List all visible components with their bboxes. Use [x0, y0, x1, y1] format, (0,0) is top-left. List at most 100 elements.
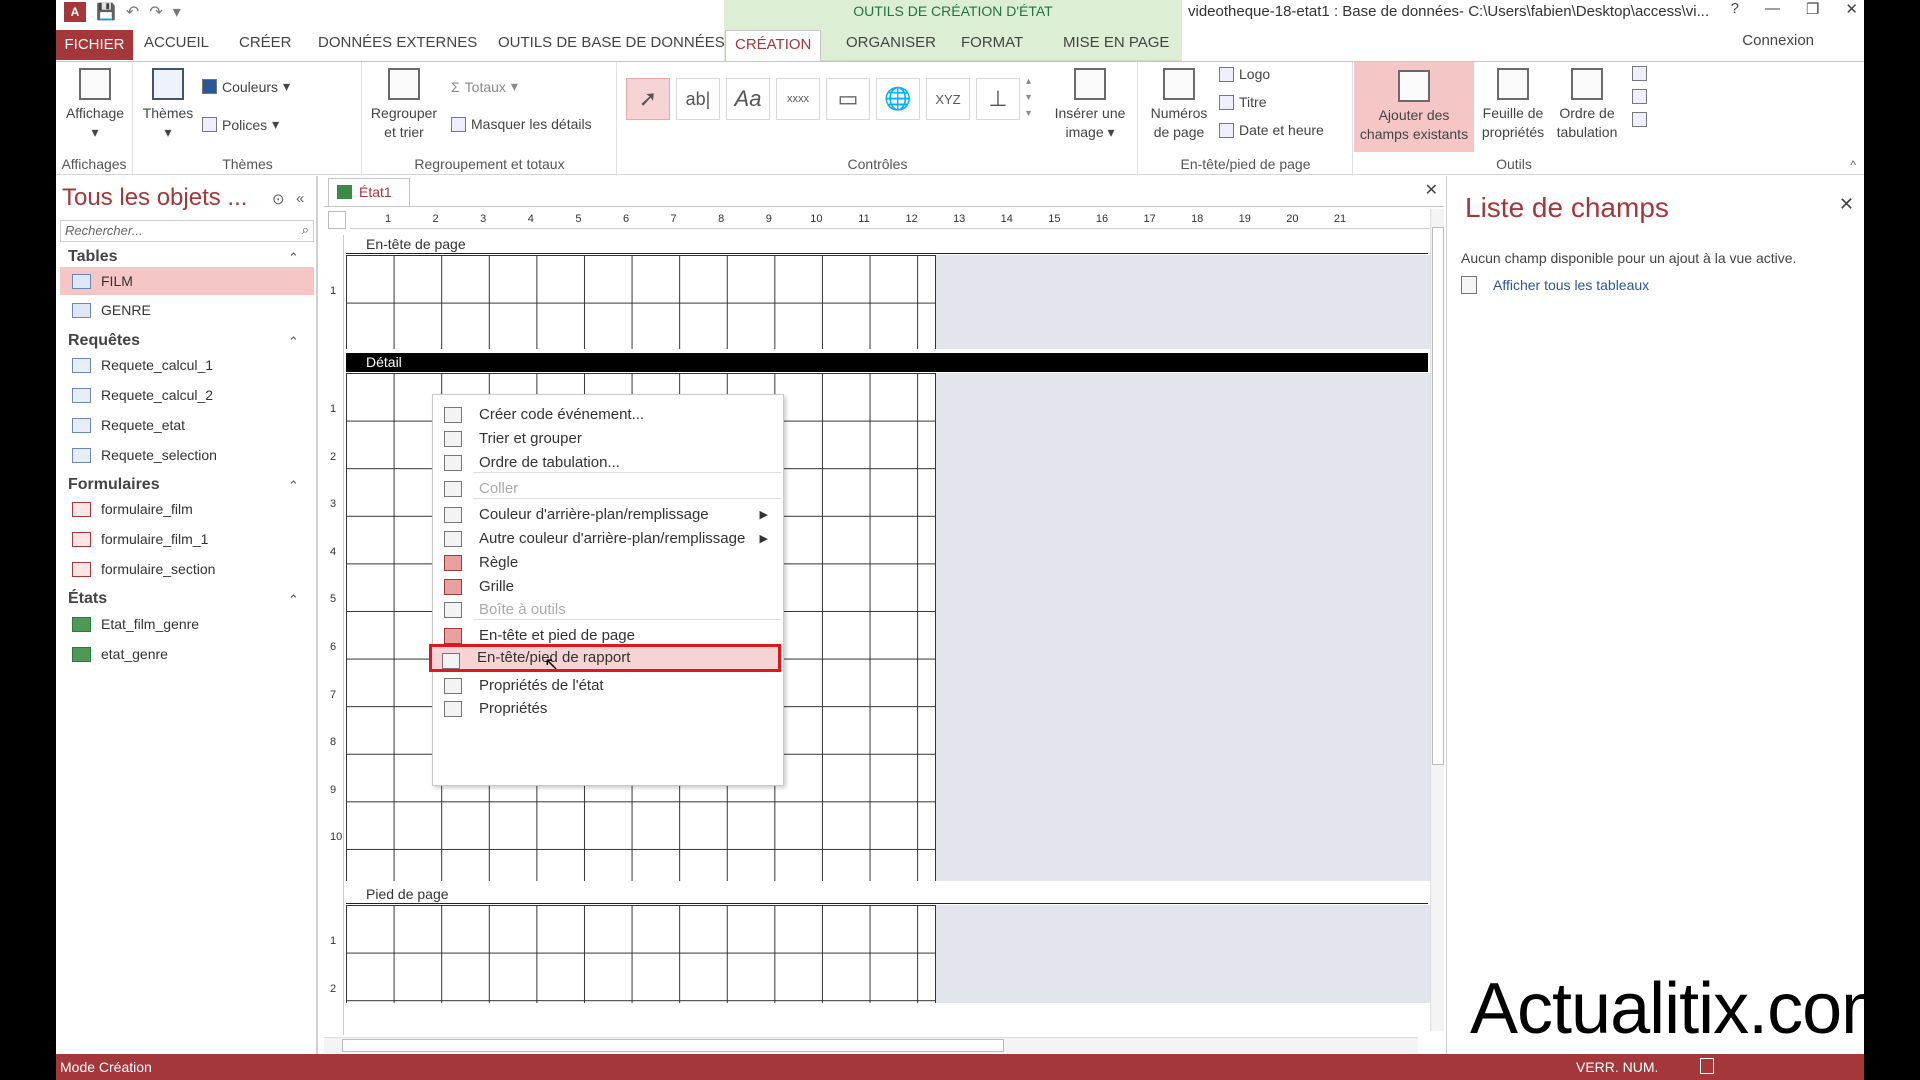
- undo-icon[interactable]: ↶: [126, 2, 139, 22]
- design-view-icon[interactable]: [1700, 1058, 1714, 1074]
- minimize-button[interactable]: —: [1765, 0, 1780, 18]
- logo-button[interactable]: Logo: [1219, 66, 1270, 82]
- document-tab-etat1[interactable]: État1: [328, 178, 410, 206]
- ribbon-tabs: FICHIER ACCUEIL CRÉER DONNÉES EXTERNES O…: [56, 24, 1864, 61]
- help-button[interactable]: ?: [1731, 0, 1739, 18]
- inserer-image-button[interactable]: Insérer une image ▾: [1048, 68, 1132, 142]
- collapse-ribbon-icon[interactable]: ^: [1850, 158, 1856, 172]
- group-themes: Thèmes ▾ Couleurs ▾ Polices ▾ Thèmes: [134, 62, 362, 176]
- nav-item-formulaire-section[interactable]: formulaire_section: [60, 555, 314, 583]
- page-footer-grid[interactable]: [346, 905, 936, 1003]
- controls-gallery-scroll[interactable]: ▴ ▾ ▾: [1026, 74, 1031, 122]
- tab-accueil[interactable]: ACCUEIL: [135, 34, 218, 60]
- access-app-icon[interactable]: A: [64, 2, 86, 22]
- regrouper-label: Regrouper: [370, 105, 438, 121]
- chevron-up-icon[interactable]: ⌃: [288, 250, 299, 266]
- select-pointer-control[interactable]: ➚: [626, 78, 670, 120]
- convert-macros-icon[interactable]: [1632, 112, 1647, 127]
- tab-order-icon: [1571, 68, 1603, 100]
- tab-control[interactable]: ▭: [826, 78, 870, 120]
- chevron-up-icon[interactable]: ⌃: [288, 592, 299, 608]
- horizontal-scroll-thumb[interactable]: [342, 1039, 1004, 1052]
- ajouter-champs-button[interactable]: Ajouter des champs existants: [1354, 62, 1474, 152]
- subform-icon[interactable]: [1632, 66, 1647, 81]
- save-icon[interactable]: 💾: [96, 2, 116, 22]
- vertical-scrollbar[interactable]: [1430, 209, 1444, 1031]
- polices-button[interactable]: Polices ▾: [202, 116, 279, 133]
- nav-pane-title[interactable]: Tous les objets ...: [62, 184, 247, 212]
- totaux-button[interactable]: Σ Totaux ▾: [451, 78, 518, 95]
- nav-section-requetes[interactable]: Requêtes: [68, 332, 140, 350]
- sign-in-link[interactable]: Connexion: [1742, 32, 1814, 49]
- section-footer-label: Pied de page: [366, 886, 449, 902]
- nav-item-film[interactable]: FILM: [60, 267, 314, 295]
- nav-search-input[interactable]: Rechercher... ⌕: [60, 220, 314, 242]
- feuille-proprietes-button[interactable]: Feuille de propriétés: [1476, 68, 1550, 142]
- ordre-tabulation-button[interactable]: Ordre de tabulation: [1550, 68, 1624, 142]
- chevron-up-icon[interactable]: ⌃: [288, 478, 299, 494]
- nav-item-requete-selection[interactable]: Requete_selection: [60, 441, 314, 469]
- ruler-corner-selector[interactable]: [328, 211, 346, 229]
- menu-item[interactable]: Propriétés: [434, 695, 782, 723]
- menu-item[interactable]: Ordre de tabulation...: [434, 449, 782, 477]
- customize-qat-icon[interactable]: ▾: [173, 2, 181, 22]
- vertical-scroll-thumb[interactable]: [1432, 227, 1444, 765]
- nav-section-tables[interactable]: Tables: [68, 248, 118, 266]
- nav-item-genre[interactable]: GENRE: [60, 296, 314, 324]
- menu-item-label: Autre couleur d'arrière-plan/remplissage: [479, 530, 746, 547]
- masquer-details-button[interactable]: Masquer les détails: [451, 116, 592, 132]
- tab-mise-en-page[interactable]: MISE EN PAGE: [1054, 34, 1178, 60]
- nav-collapse-icon[interactable]: «: [296, 190, 304, 207]
- nav-section-formulaires[interactable]: Formulaires: [68, 476, 160, 494]
- affichage-button[interactable]: Affichage ▾: [60, 68, 130, 142]
- horizontal-scrollbar[interactable]: [324, 1037, 1418, 1053]
- ruler-tick-label: 8: [330, 736, 337, 749]
- section-header-band[interactable]: En-tête de page: [346, 235, 1428, 254]
- tab-fichier[interactable]: FICHIER: [56, 30, 133, 60]
- tab-organiser[interactable]: ORGANISER: [837, 34, 945, 60]
- nav-item-requete-calcul-1[interactable]: Requete_calcul_1: [60, 351, 314, 379]
- tab-creer[interactable]: CRÉER: [230, 34, 301, 60]
- nav-section-etats[interactable]: États: [68, 590, 107, 608]
- numeros-page-button[interactable]: Numéros de page: [1145, 68, 1213, 142]
- nav-dropdown-icon[interactable]: ⊙: [272, 190, 285, 208]
- tab-outils-bdd[interactable]: OUTILS DE BASE DE DONNÉES: [489, 34, 734, 60]
- search-icon[interactable]: ⌕: [302, 222, 309, 238]
- show-all-tables-link[interactable]: Afficher tous les tableaux: [1461, 276, 1649, 294]
- tab-donnees-externes[interactable]: DONNÉES EXTERNES: [309, 34, 486, 60]
- close-field-list-icon[interactable]: ✕: [1839, 194, 1854, 215]
- regrouper-trier-button[interactable]: Regrouper et trier: [369, 68, 439, 142]
- themes-button[interactable]: Thèmes ▾: [140, 68, 196, 142]
- page-break-control[interactable]: ⊥: [976, 78, 1020, 120]
- field-list-pane: Liste de champs ✕ Aucun champ disponible…: [1446, 176, 1864, 1054]
- tab-creation[interactable]: CRÉATION: [725, 30, 822, 61]
- page-header-grid[interactable]: [346, 255, 936, 349]
- nav-item-etat-genre[interactable]: etat_genre: [60, 640, 314, 668]
- section-footer-band[interactable]: Pied de page: [346, 885, 1428, 904]
- attachment-control[interactable]: XYZ: [926, 78, 970, 120]
- restore-button[interactable]: ❐: [1806, 0, 1819, 18]
- navigation-pane: Tous les objets ... ⊙ « Rechercher... ⌕ T…: [56, 176, 318, 1054]
- chevron-up-icon[interactable]: ⌃: [288, 334, 299, 350]
- section-detail-band[interactable]: Détail: [346, 353, 1428, 372]
- nav-item-formulaire-film-1[interactable]: formulaire_film_1: [60, 525, 314, 553]
- menu-item-icon: [444, 678, 462, 694]
- textbox-control[interactable]: ab|: [676, 78, 720, 120]
- titre-button[interactable]: Titre: [1219, 94, 1266, 110]
- nav-item-requete-etat[interactable]: Requete_etat: [60, 411, 314, 439]
- close-window-button[interactable]: ✕: [1845, 0, 1858, 18]
- redo-icon[interactable]: ↷: [149, 2, 162, 22]
- nav-item-requete-calcul-2[interactable]: Requete_calcul_2: [60, 381, 314, 409]
- close-document-icon[interactable]: ✕: [1425, 180, 1438, 200]
- group-entete: Numéros de page Logo Titre Date et heure …: [1139, 62, 1353, 176]
- label-control[interactable]: Aa: [726, 78, 770, 120]
- couleurs-button[interactable]: Couleurs ▾: [202, 78, 290, 95]
- nav-item-etat-film-genre[interactable]: Etat_film_genre: [60, 610, 314, 638]
- date-heure-button[interactable]: Date et heure: [1219, 122, 1324, 138]
- hyperlink-control[interactable]: 🌐: [876, 78, 920, 120]
- tab-format[interactable]: FORMAT: [952, 34, 1032, 60]
- view-code-icon[interactable]: [1632, 89, 1647, 104]
- menu-item[interactable]: En-tête/pied de rapport ↖: [429, 644, 781, 674]
- button-control[interactable]: xxxx: [776, 78, 820, 120]
- nav-item-formulaire-film[interactable]: formulaire_film: [60, 495, 314, 523]
